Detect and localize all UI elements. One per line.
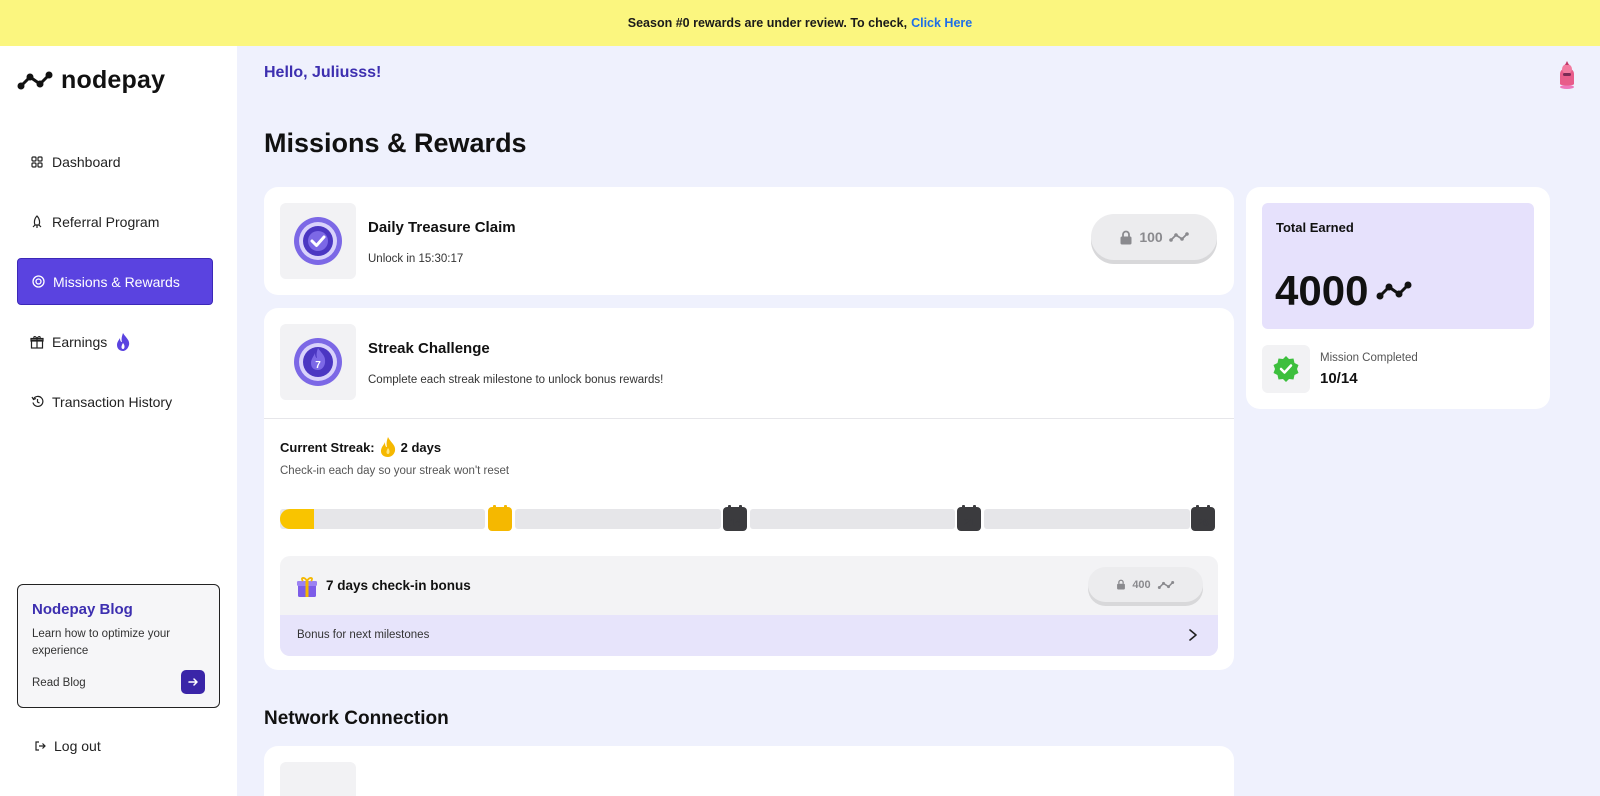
current-streak: Current Streak: 2 days bbox=[280, 436, 441, 458]
bonus-claim-button[interactable]: 400 bbox=[1088, 567, 1203, 602]
nodepay-point-icon bbox=[1376, 281, 1412, 300]
read-blog-link[interactable]: Read Blog bbox=[32, 677, 86, 689]
sidebar-item-earnings[interactable]: Earnings bbox=[17, 318, 213, 365]
flame-icon bbox=[115, 332, 131, 352]
nodepay-logo-icon bbox=[17, 71, 53, 89]
mission-completed-label: Mission Completed bbox=[1320, 352, 1418, 364]
read-blog-button[interactable] bbox=[181, 670, 205, 694]
next-milestones-label: Bonus for next milestones bbox=[297, 629, 430, 641]
greeting: Hello, Juliusss! bbox=[264, 64, 382, 81]
mission-completed-value: 10/14 bbox=[1320, 370, 1358, 387]
check-badge-icon bbox=[294, 217, 342, 265]
milestone-label: 14 bbox=[729, 518, 741, 529]
sidebar-item-label: Missions & Rewards bbox=[53, 273, 180, 290]
next-milestones-row[interactable]: Bonus for next milestones bbox=[280, 615, 1218, 656]
logout-label: Log out bbox=[54, 738, 101, 754]
logo[interactable]: nodepay bbox=[17, 66, 165, 95]
gift-icon bbox=[30, 335, 44, 349]
sidebar-item-label: Earnings bbox=[52, 333, 108, 350]
fire-icon bbox=[380, 437, 395, 457]
streak-title: Streak Challenge bbox=[368, 340, 490, 357]
daily-claim-card: Daily Treasure Claim Unlock in 15:30:17 … bbox=[264, 187, 1234, 295]
daily-claim-button[interactable]: 100 bbox=[1091, 214, 1217, 260]
milestone-28: 28 bbox=[1191, 505, 1215, 531]
blog-card[interactable]: Nodepay Blog Learn how to optimize your … bbox=[17, 584, 220, 708]
sidebar: nodepay Dashboard Referral Program Missi… bbox=[0, 46, 237, 796]
target-icon bbox=[31, 275, 45, 289]
streak-icon-box: 7 bbox=[280, 324, 356, 400]
lock-icon bbox=[1120, 230, 1132, 244]
avatar[interactable] bbox=[1556, 60, 1578, 95]
daily-claim-reward: 100 bbox=[1139, 229, 1163, 245]
daily-claim-countdown: Unlock in 15:30:17 bbox=[368, 253, 464, 265]
milestone-label: 28 bbox=[1197, 518, 1209, 529]
divider bbox=[264, 418, 1234, 419]
svg-text:7: 7 bbox=[315, 360, 321, 371]
streak-note: Check-in each day so your streak won't r… bbox=[280, 465, 510, 477]
page-title: Missions & Rewards bbox=[264, 128, 527, 158]
sidebar-item-dashboard[interactable]: Dashboard bbox=[17, 138, 213, 185]
history-icon bbox=[30, 395, 44, 409]
milestone-21: 21 bbox=[957, 505, 981, 531]
daily-claim-title: Daily Treasure Claim bbox=[368, 219, 516, 236]
sidebar-item-label: Transaction History bbox=[52, 393, 173, 410]
milestone-label: 21 bbox=[963, 518, 975, 529]
nodepay-point-icon bbox=[1168, 232, 1189, 242]
logout-button[interactable]: Log out bbox=[34, 738, 101, 754]
nodepay-point-icon bbox=[1157, 580, 1174, 589]
daily-claim-icon-box bbox=[280, 203, 356, 279]
current-streak-value: 2 days bbox=[400, 439, 442, 455]
blog-title: Nodepay Blog bbox=[32, 601, 133, 618]
streak-badge-icon: 7 bbox=[294, 338, 342, 386]
gift-box-icon bbox=[297, 577, 317, 597]
bonus-box: 7 days check-in bonus 400 Bonus for next… bbox=[280, 556, 1218, 656]
network-icon-box bbox=[280, 762, 356, 796]
network-card bbox=[264, 746, 1234, 796]
summary-card: Total Earned 4000 Mission Completed 10/1… bbox=[1246, 187, 1550, 409]
milestone-14: 14 bbox=[723, 505, 747, 531]
logo-text: nodepay bbox=[61, 66, 166, 94]
grid-icon bbox=[30, 155, 44, 169]
streak-track-segment bbox=[515, 509, 721, 529]
network-section-title: Network Connection bbox=[264, 708, 449, 729]
streak-subtitle: Complete each streak milestone to unlock… bbox=[368, 374, 664, 386]
sidebar-item-transactions[interactable]: Transaction History bbox=[17, 378, 213, 425]
milestone-label: 7 bbox=[497, 518, 503, 529]
milestone-7: 7 bbox=[488, 505, 512, 531]
bonus-title: 7 days check-in bonus bbox=[326, 578, 471, 593]
total-earned: 4000 bbox=[1275, 267, 1412, 315]
banner-link[interactable]: Click Here bbox=[911, 16, 972, 30]
main-content: Hello, Juliusss! Missions & Rewards Dail… bbox=[237, 46, 1600, 796]
sidebar-item-referral[interactable]: Referral Program bbox=[17, 198, 213, 245]
lock-icon bbox=[1117, 579, 1126, 590]
mission-completed-icon-box bbox=[1262, 345, 1310, 393]
streak-progress-fill bbox=[280, 509, 314, 529]
streak-card: 7 Streak Challenge Complete each streak … bbox=[264, 308, 1234, 670]
sidebar-item-missions[interactable]: Missions & Rewards bbox=[17, 258, 213, 305]
streak-track-segment bbox=[984, 509, 1190, 529]
arrow-right-icon bbox=[188, 678, 198, 686]
total-earned-value: 4000 bbox=[1275, 267, 1369, 314]
banner-text: Season #0 rewards are under review. To c… bbox=[627, 16, 908, 30]
rocket-icon bbox=[30, 214, 44, 229]
avatar-icon bbox=[1560, 61, 1574, 89]
chevron-right-icon bbox=[1189, 629, 1197, 641]
total-earned-box: Total Earned 4000 bbox=[1262, 203, 1534, 329]
bonus-reward: 400 bbox=[1132, 578, 1151, 591]
total-earned-label: Total Earned bbox=[1276, 220, 1354, 235]
announcement-banner: Season #0 rewards are under review. To c… bbox=[0, 0, 1600, 46]
sidebar-item-label: Dashboard bbox=[52, 153, 121, 170]
streak-track-segment bbox=[750, 509, 955, 529]
current-streak-label: Current Streak: bbox=[280, 439, 375, 455]
logout-icon bbox=[35, 741, 46, 751]
verified-badge-icon bbox=[1273, 356, 1299, 382]
sidebar-item-label: Referral Program bbox=[52, 213, 160, 230]
blog-description: Learn how to optimize your experience bbox=[32, 628, 171, 657]
